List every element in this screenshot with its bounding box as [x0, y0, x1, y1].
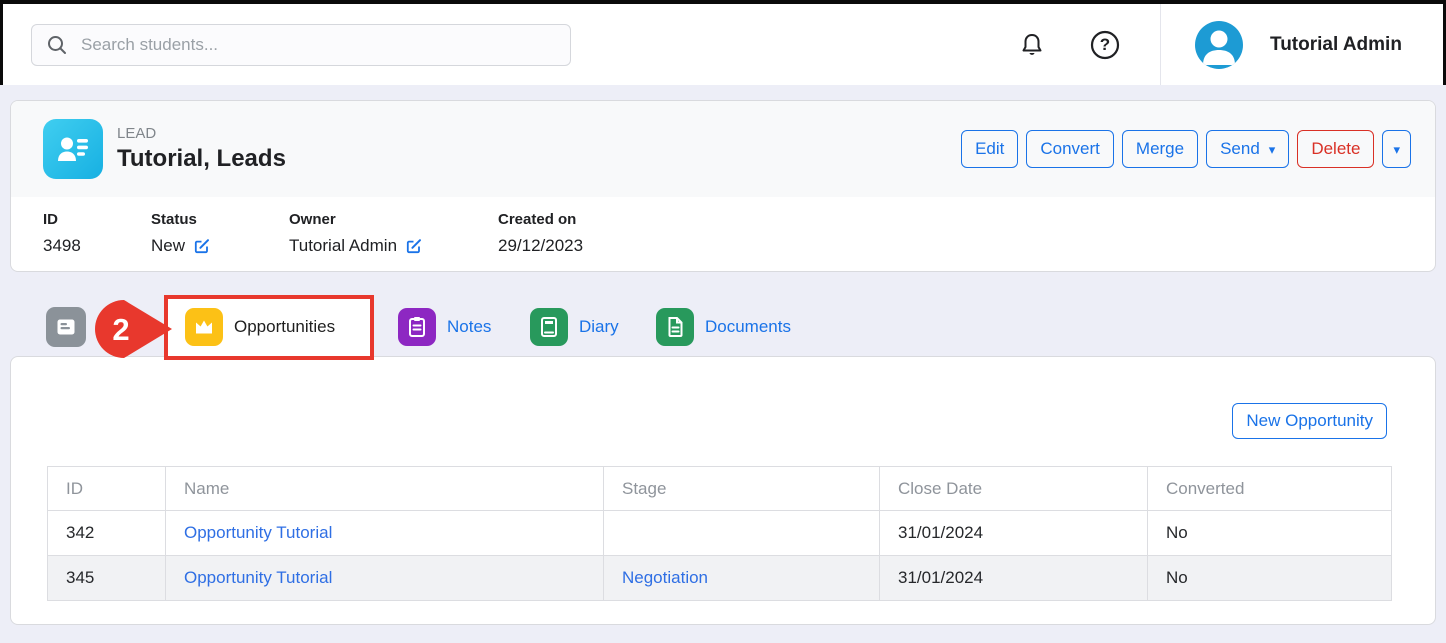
cell-close-date: 31/01/2024	[880, 511, 1148, 556]
user-name: Tutorial Admin	[1270, 34, 1402, 56]
column-header-stage: Stage	[604, 467, 880, 511]
table-row: 342 Opportunity Tutorial 31/01/2024 No	[48, 511, 1392, 556]
tab-notes[interactable]: Notes	[398, 308, 491, 346]
tab-notes-label: Notes	[447, 317, 491, 337]
opportunities-panel: New Opportunity ID Name Stage Close Date…	[10, 356, 1436, 625]
cell-id: 342	[48, 511, 166, 556]
field-status: Status New	[151, 211, 289, 256]
entity-type-label: LEAD	[117, 125, 286, 142]
column-header-converted: Converted	[1148, 467, 1392, 511]
edit-button[interactable]: Edit	[961, 130, 1018, 168]
avatar-icon	[1195, 21, 1243, 69]
table-row: 345 Opportunity Tutorial Negotiation 31/…	[48, 556, 1392, 601]
search-input[interactable]	[79, 34, 556, 56]
new-opportunity-button[interactable]: New Opportunity	[1232, 403, 1387, 439]
opportunities-crown-icon	[185, 308, 223, 346]
cell-close-date: 31/01/2024	[880, 556, 1148, 601]
edit-owner-icon[interactable]	[406, 238, 422, 254]
main-content: LEAD Tutorial, Leads Edit Convert Merge …	[0, 85, 1446, 643]
annotation-number: 2	[112, 312, 129, 347]
topbar: ? Tutorial Admin	[0, 4, 1446, 85]
field-owner-value: Tutorial Admin	[289, 236, 397, 256]
tab-details[interactable]	[46, 307, 86, 347]
window-top-border	[0, 0, 1446, 4]
tab-opportunities[interactable]: Opportunities	[185, 308, 335, 346]
lead-action-buttons: Edit Convert Merge Send▾ Delete ▾	[961, 130, 1411, 168]
notes-clipboard-icon	[398, 308, 436, 346]
details-tab-icon	[46, 307, 86, 347]
field-status-value: New	[151, 236, 185, 256]
field-id-label: ID	[43, 211, 151, 228]
lead-card-header: LEAD Tutorial, Leads Edit Convert Merge …	[11, 101, 1435, 197]
caret-down-icon: ▾	[1393, 143, 1400, 156]
opportunity-name-link[interactable]: Opportunity Tutorial	[184, 568, 332, 587]
tab-documents-label: Documents	[705, 317, 791, 337]
notifications-button[interactable]	[1020, 32, 1044, 58]
cell-stage	[604, 511, 880, 556]
search-box[interactable]	[31, 24, 571, 66]
cell-converted: No	[1148, 556, 1392, 601]
search-icon	[46, 34, 68, 56]
send-button[interactable]: Send▾	[1206, 130, 1289, 168]
field-created-on: Created on 29/12/2023	[498, 211, 583, 256]
cell-id: 345	[48, 556, 166, 601]
field-owner: Owner Tutorial Admin	[289, 211, 498, 256]
table-header-row: ID Name Stage Close Date Converted	[48, 467, 1392, 511]
field-id-value: 3498	[43, 236, 151, 256]
field-created-on-value: 29/12/2023	[498, 236, 583, 256]
app-window: ? Tutorial Admin LEAD Tutorial, Leads	[0, 0, 1446, 643]
annotation-pointer: 2	[95, 299, 175, 364]
tab-diary-label: Diary	[579, 317, 619, 337]
documents-file-icon	[656, 308, 694, 346]
bell-icon	[1020, 32, 1044, 58]
column-header-id: ID	[48, 467, 166, 511]
field-created-on-label: Created on	[498, 211, 583, 228]
field-status-label: Status	[151, 211, 289, 228]
field-owner-label: Owner	[289, 211, 498, 228]
tab-diary[interactable]: Diary	[530, 308, 619, 346]
merge-button[interactable]: Merge	[1122, 130, 1198, 168]
lead-icon	[43, 119, 103, 179]
convert-button[interactable]: Convert	[1026, 130, 1114, 168]
lead-info-row: ID 3498 Status New Owner Tutorial Ad	[11, 197, 1435, 256]
stage-link[interactable]: Negotiation	[622, 568, 708, 587]
help-icon: ?	[1090, 30, 1120, 60]
lead-titles: LEAD Tutorial, Leads	[117, 125, 286, 173]
opportunities-table: ID Name Stage Close Date Converted 342 O…	[47, 466, 1392, 601]
column-header-close-date: Close Date	[880, 467, 1148, 511]
field-id: ID 3498	[43, 211, 151, 256]
more-actions-button[interactable]: ▾	[1382, 130, 1411, 168]
tab-opportunities-label: Opportunities	[234, 317, 335, 337]
opportunity-name-link[interactable]: Opportunity Tutorial	[184, 523, 332, 542]
tab-documents[interactable]: Documents	[656, 308, 791, 346]
topbar-right: ? Tutorial Admin	[1020, 4, 1443, 85]
delete-button[interactable]: Delete	[1297, 130, 1374, 168]
record-tabs: 2 Opportunities Notes	[10, 300, 1436, 356]
diary-book-icon	[530, 308, 568, 346]
page-title: Tutorial, Leads	[117, 145, 286, 173]
lead-card: LEAD Tutorial, Leads Edit Convert Merge …	[10, 100, 1436, 272]
user-menu[interactable]: Tutorial Admin	[1160, 4, 1443, 85]
caret-down-icon: ▾	[1269, 143, 1276, 156]
help-button[interactable]: ?	[1090, 30, 1120, 60]
edit-status-icon[interactable]	[194, 238, 210, 254]
cell-converted: No	[1148, 511, 1392, 556]
column-header-name: Name	[166, 467, 604, 511]
